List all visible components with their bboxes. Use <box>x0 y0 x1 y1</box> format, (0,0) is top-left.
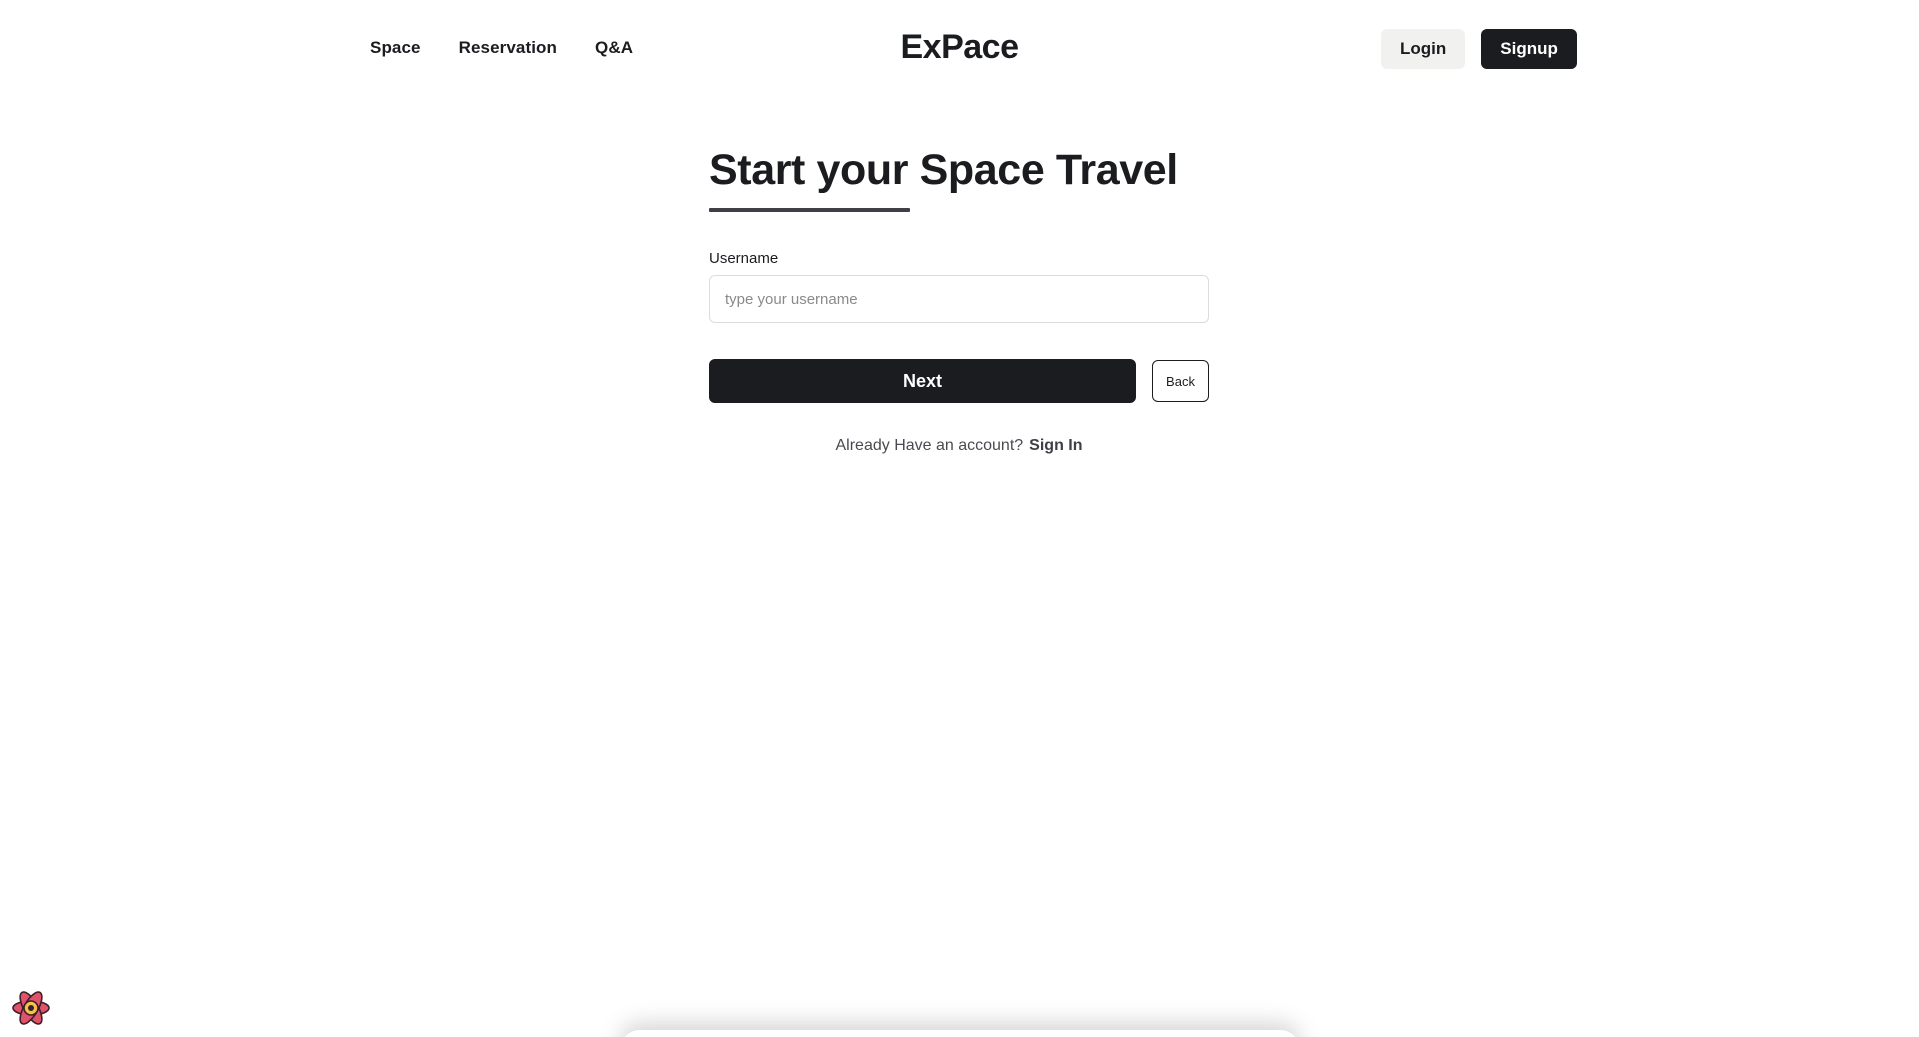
auth-buttons: Login Signup <box>1381 29 1577 69</box>
brand-logo[interactable]: ExPace <box>901 28 1020 67</box>
title-underline <box>709 208 910 212</box>
signin-prompt: Already Have an account? Sign In <box>709 437 1209 455</box>
back-button[interactable]: Back <box>1152 360 1209 402</box>
page: Space Reservation Q&A ExPace Login Signu… <box>0 0 1919 1037</box>
username-input[interactable] <box>709 275 1209 323</box>
signup-button[interactable]: Signup <box>1481 29 1577 69</box>
brand-wrapper: ExPace <box>0 28 1919 67</box>
atom-flower-icon <box>12 991 50 1025</box>
form-actions: Next Back <box>709 359 1209 403</box>
signin-link[interactable]: Sign In <box>1029 437 1082 454</box>
next-button[interactable]: Next <box>709 359 1136 403</box>
signup-form: Start your Space Travel Username Next Ba… <box>709 144 1209 455</box>
top-navbar: Space Reservation Q&A ExPace Login Signu… <box>0 0 1919 98</box>
login-button[interactable]: Login <box>1381 29 1466 69</box>
account-prompt-text: Already Have an account? <box>835 437 1024 454</box>
page-title: Start your Space Travel <box>709 146 1178 194</box>
react-devtools-icon[interactable] <box>10 987 52 1029</box>
bottom-panel-shadow <box>620 1030 1300 1037</box>
username-label: Username <box>709 250 779 267</box>
